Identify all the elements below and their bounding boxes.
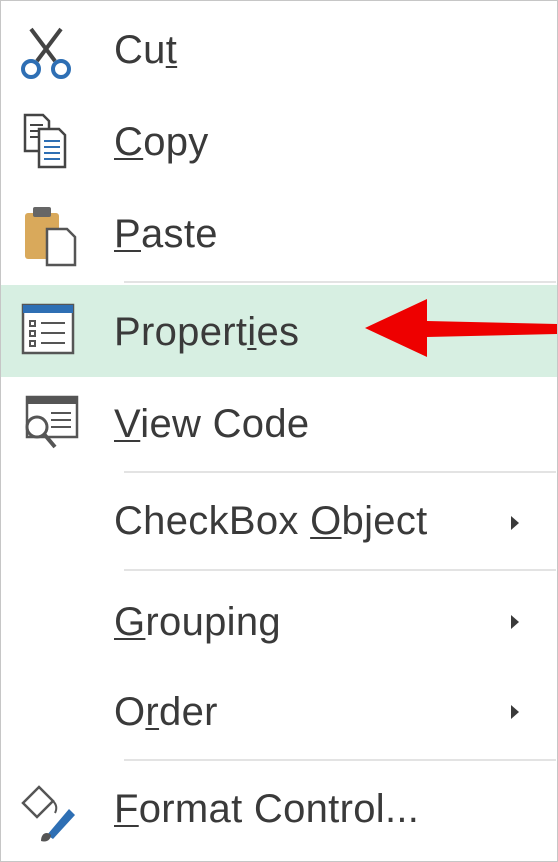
menu-item-label: Properties: [114, 310, 300, 354]
menu-item-checkbox-object[interactable]: CheckBox Object: [1, 475, 557, 567]
copy-icon: [17, 111, 77, 176]
menu-item-label: Copy: [114, 120, 209, 164]
scissors-icon: [17, 25, 77, 86]
menu-item-label: CheckBox Object: [114, 499, 428, 543]
menu-item-cut[interactable]: Cut: [1, 1, 557, 97]
menu-item-format-control[interactable]: Format Control...: [1, 763, 557, 859]
menu-item-label: Format Control...: [114, 787, 420, 831]
menu-separator: [124, 471, 556, 473]
menu-separator: [124, 569, 556, 571]
menu-item-label: Grouping: [114, 600, 281, 644]
menu-item-paste[interactable]: Paste: [1, 189, 557, 281]
menu-item-grouping[interactable]: Grouping: [1, 573, 557, 665]
menu-item-label: Paste: [114, 212, 218, 256]
menu-separator: [124, 281, 556, 283]
menu-item-order[interactable]: Order: [1, 665, 557, 757]
view-code-icon: [17, 393, 81, 460]
properties-icon: [17, 299, 77, 364]
context-menu: Cut Copy Paste Properties View Code Chec…: [0, 0, 558, 862]
format-control-icon: [17, 781, 83, 850]
menu-separator: [124, 759, 556, 761]
menu-item-label: Order: [114, 690, 218, 734]
submenu-arrow-icon: [511, 615, 519, 629]
annotation-arrow: [365, 299, 557, 357]
submenu-arrow-icon: [511, 516, 519, 530]
menu-item-view-code[interactable]: View Code: [1, 377, 557, 469]
menu-item-label: View Code: [114, 402, 310, 446]
menu-item-label: Cut: [114, 28, 178, 72]
menu-item-copy[interactable]: Copy: [1, 97, 557, 189]
submenu-arrow-icon: [511, 705, 519, 719]
paste-clipboard-icon: [17, 205, 81, 272]
